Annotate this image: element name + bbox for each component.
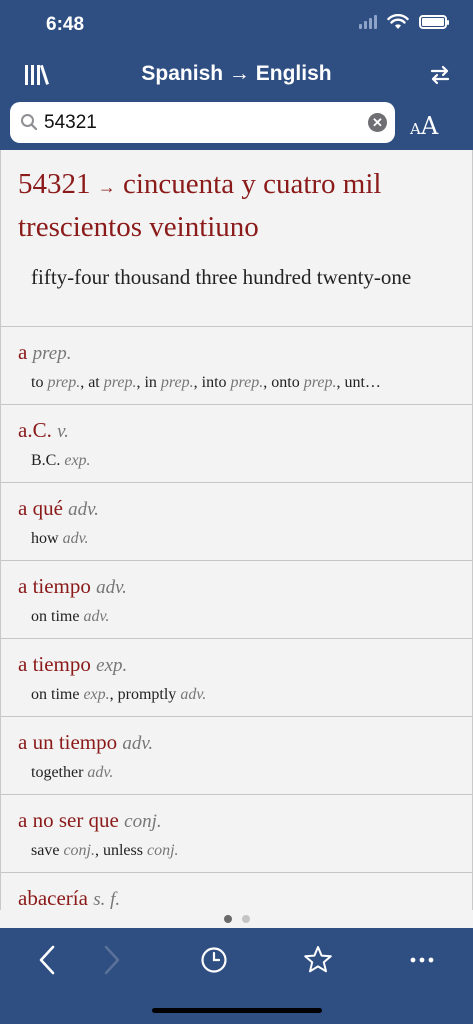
entry-pos: s. f.: [93, 889, 121, 910]
list-item[interactable]: a.C. v. B.C. exp.: [1, 405, 472, 483]
list-item[interactable]: a no ser que conj. save conj., unless co…: [1, 795, 472, 873]
entry-translation: how adv.: [31, 530, 89, 547]
entry-translation: together adv.: [31, 764, 114, 781]
entry-headword: a.C.: [18, 418, 52, 442]
status-icons: [359, 14, 449, 30]
entry-headword: abacería: [18, 886, 88, 910]
swap-direction-icon[interactable]: [429, 64, 451, 86]
entry-pos: exp.: [96, 655, 128, 676]
wifi-icon: [387, 14, 409, 29]
entry-headword: a tiempo: [18, 574, 91, 598]
entry-pos: adv.: [122, 733, 154, 754]
star-icon[interactable]: [302, 944, 334, 976]
entry-translation: B.C. exp.: [31, 452, 91, 469]
page-dot: [241, 915, 250, 923]
entry-headword: a: [18, 340, 28, 364]
entry-translation: to prep., at prep., in prep., into prep.…: [31, 374, 381, 391]
chevron-left-icon[interactable]: [32, 944, 64, 976]
search-icon: [21, 114, 38, 131]
search-bar[interactable]: ✕: [10, 102, 395, 143]
results-list[interactable]: 54321 → cincuenta y cuatro mil trescient…: [0, 150, 473, 910]
top-bar: 6:48 Spanish → English ✕ AA: [0, 0, 473, 150]
entry-headword: a un tiempo: [18, 730, 118, 754]
dictionary-direction-title[interactable]: Spanish → English: [0, 62, 473, 86]
chevron-right-icon[interactable]: [95, 944, 127, 976]
font-size-big-label: A: [420, 112, 439, 140]
list-item[interactable]: a tiempo adv. on time adv.: [1, 561, 472, 639]
clear-search-icon[interactable]: ✕: [368, 113, 387, 132]
entry-pos: conj.: [124, 811, 162, 832]
list-item[interactable]: abacería s. f.: [1, 873, 472, 910]
entry-translation: on time adv.: [31, 608, 110, 625]
search-input[interactable]: [44, 102, 364, 143]
list-item[interactable]: a un tiempo adv. together adv.: [1, 717, 472, 795]
page-indicator[interactable]: [0, 910, 473, 928]
font-size-small-label: A: [410, 120, 421, 138]
entry-headword: a tiempo: [18, 652, 91, 676]
battery-icon: [419, 15, 449, 29]
entry-translation: save conj., unless conj.: [31, 842, 179, 859]
clock-icon[interactable]: [198, 944, 230, 976]
home-indicator: [152, 1008, 322, 1013]
entry-pos: v.: [57, 421, 69, 442]
signal-icon: [359, 15, 377, 29]
entry-headword: a no ser que: [18, 808, 119, 832]
list-item[interactable]: a tiempo exp. on time exp., promptly adv…: [1, 639, 472, 717]
list-item[interactable]: a prep. to prep., at prep., in prep., in…: [1, 327, 472, 405]
entry-translation: on time exp., promptly adv.: [31, 686, 207, 703]
conversion-headline: 54321 → cincuenta y cuatro mil trescient…: [18, 164, 455, 247]
entry-pos: prep.: [32, 343, 72, 364]
arrow-icon: →: [97, 177, 116, 197]
conversion-input: 54321: [18, 168, 91, 200]
list-item[interactable]: a qué adv. how adv.: [1, 483, 472, 561]
conversion-translation: fifty-four thousand three hundred twenty…: [31, 265, 412, 289]
page-dot-active: [223, 915, 232, 923]
number-conversion-entry[interactable]: 54321 → cincuenta y cuatro mil trescient…: [1, 150, 472, 327]
entry-pos: adv.: [96, 577, 127, 598]
entry-headword: a qué: [18, 496, 63, 520]
entry-pos: adv.: [68, 499, 99, 520]
ellipsis-icon[interactable]: [406, 944, 438, 976]
status-time: 6:48: [46, 14, 85, 35]
font-size-button[interactable]: AA: [410, 112, 456, 142]
